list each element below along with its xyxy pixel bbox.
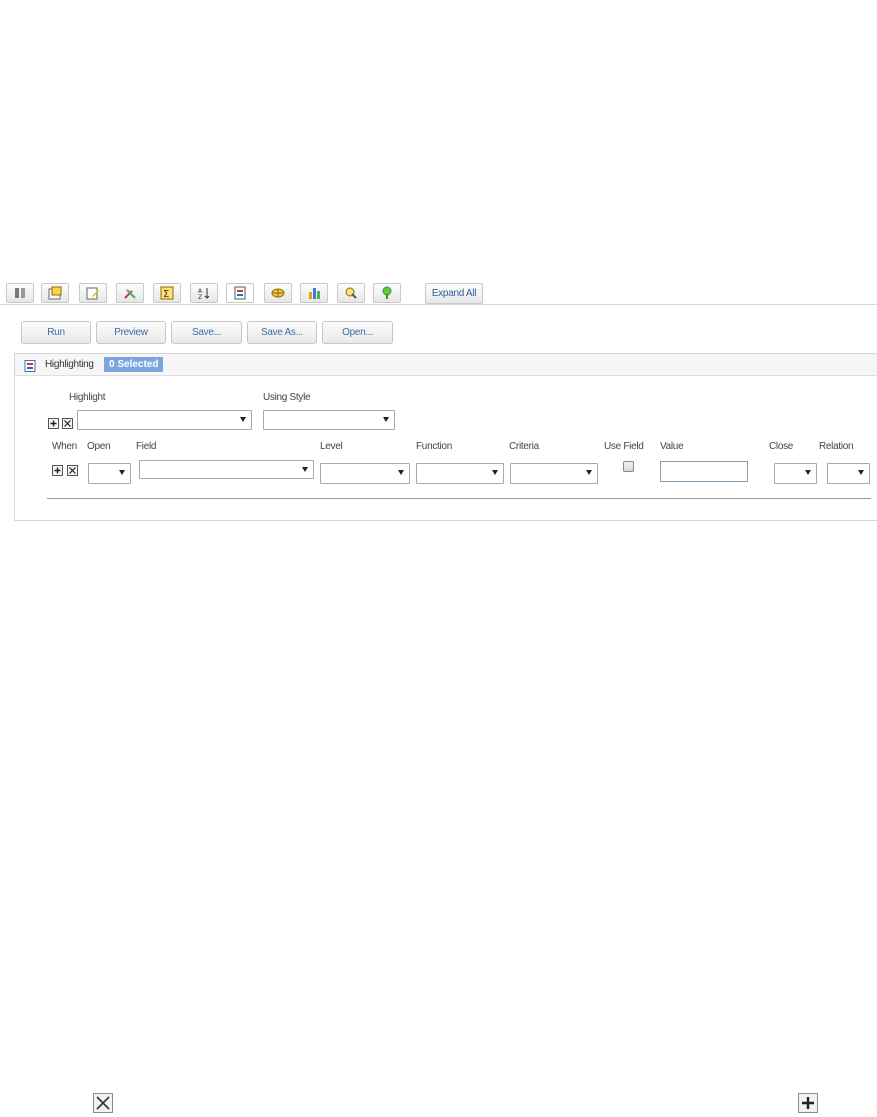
function-select[interactable] bbox=[416, 463, 504, 484]
highlighting-button[interactable] bbox=[226, 283, 254, 303]
location-button[interactable] bbox=[373, 283, 401, 303]
tools-button[interactable] bbox=[116, 283, 144, 303]
save-button[interactable]: Save... bbox=[171, 321, 242, 344]
highlighting-panel: Highlighting 0 Selected bbox=[14, 353, 877, 521]
chevron-down-icon bbox=[240, 417, 246, 422]
add-highlight-icon[interactable] bbox=[48, 418, 59, 429]
criteria-select[interactable] bbox=[510, 463, 598, 484]
highlight-select[interactable] bbox=[77, 410, 252, 430]
report-properties-button[interactable] bbox=[41, 283, 69, 303]
selected-count-badge[interactable]: 0 Selected bbox=[104, 357, 164, 372]
cross-tab-icon bbox=[271, 288, 285, 298]
using-style-select[interactable] bbox=[263, 410, 395, 430]
open-button[interactable]: Open... bbox=[322, 321, 393, 344]
add-icon[interactable] bbox=[798, 1093, 818, 1113]
svg-text:Σ: Σ bbox=[163, 289, 169, 300]
map-pin-button[interactable] bbox=[337, 283, 365, 303]
chevron-down-icon bbox=[383, 417, 389, 422]
report-properties-icon bbox=[48, 286, 62, 300]
chevron-down-icon bbox=[805, 470, 811, 475]
sort-icon: AZ bbox=[198, 288, 210, 300]
toolbar-divider bbox=[0, 304, 877, 305]
chevron-down-icon bbox=[302, 467, 308, 472]
add-condition-icon[interactable] bbox=[52, 465, 63, 476]
panel-title: Highlighting bbox=[45, 359, 94, 370]
use-field-checkbox[interactable] bbox=[623, 461, 634, 472]
chart-icon bbox=[309, 288, 320, 299]
field-select[interactable] bbox=[139, 460, 314, 479]
expand-all-button[interactable]: Expand All bbox=[425, 283, 483, 304]
open-paren-select[interactable] bbox=[88, 463, 131, 484]
sort-button[interactable]: AZ bbox=[190, 283, 218, 303]
relation-select[interactable] bbox=[827, 463, 870, 484]
svg-text:Z: Z bbox=[198, 294, 202, 300]
remove-condition-icon[interactable] bbox=[67, 465, 78, 476]
tools-icon bbox=[124, 289, 136, 299]
location-icon bbox=[382, 286, 392, 299]
highlighting-icon bbox=[24, 359, 36, 377]
run-button[interactable]: Run bbox=[21, 321, 91, 344]
highlight-label: Highlight bbox=[69, 392, 106, 403]
chevron-down-icon bbox=[398, 470, 404, 475]
chevron-down-icon bbox=[492, 470, 498, 475]
criteria-label: Criteria bbox=[509, 441, 539, 452]
using-style-label: Using Style bbox=[263, 392, 311, 403]
chevron-down-icon bbox=[586, 470, 592, 475]
cross-tab-button[interactable] bbox=[264, 283, 292, 303]
level-select[interactable] bbox=[320, 463, 410, 484]
close-paren-select[interactable] bbox=[774, 463, 817, 484]
value-input[interactable] bbox=[660, 461, 748, 482]
chevron-down-icon bbox=[858, 470, 864, 475]
edit-layout-button[interactable] bbox=[79, 283, 107, 303]
chevron-down-icon bbox=[119, 470, 125, 475]
map-pin-icon bbox=[345, 287, 357, 299]
close-icon[interactable] bbox=[93, 1093, 113, 1113]
field-label: Field bbox=[136, 441, 157, 452]
sum-icon: Σ bbox=[160, 286, 174, 300]
remove-highlight-icon[interactable] bbox=[62, 418, 73, 429]
data-sources-button[interactable] bbox=[6, 283, 34, 303]
use-field-label: Use Field bbox=[604, 441, 644, 452]
panel-header[interactable]: Highlighting 0 Selected bbox=[15, 354, 877, 376]
close-label: Close bbox=[769, 441, 794, 452]
sum-button[interactable]: Σ bbox=[153, 283, 181, 303]
edit-layout-icon bbox=[86, 287, 99, 300]
relation-label: Relation bbox=[819, 441, 854, 452]
save-as-button[interactable]: Save As... bbox=[247, 321, 317, 344]
preview-button[interactable]: Preview bbox=[96, 321, 166, 344]
level-label: Level bbox=[320, 441, 343, 452]
open-label: Open bbox=[87, 441, 111, 452]
highlighting-icon bbox=[234, 286, 246, 300]
condition-divider bbox=[47, 498, 871, 499]
when-label: When bbox=[52, 441, 77, 452]
data-sources-icon bbox=[15, 288, 25, 298]
value-label: Value bbox=[660, 441, 684, 452]
function-label: Function bbox=[416, 441, 452, 452]
chart-button[interactable] bbox=[300, 283, 328, 303]
